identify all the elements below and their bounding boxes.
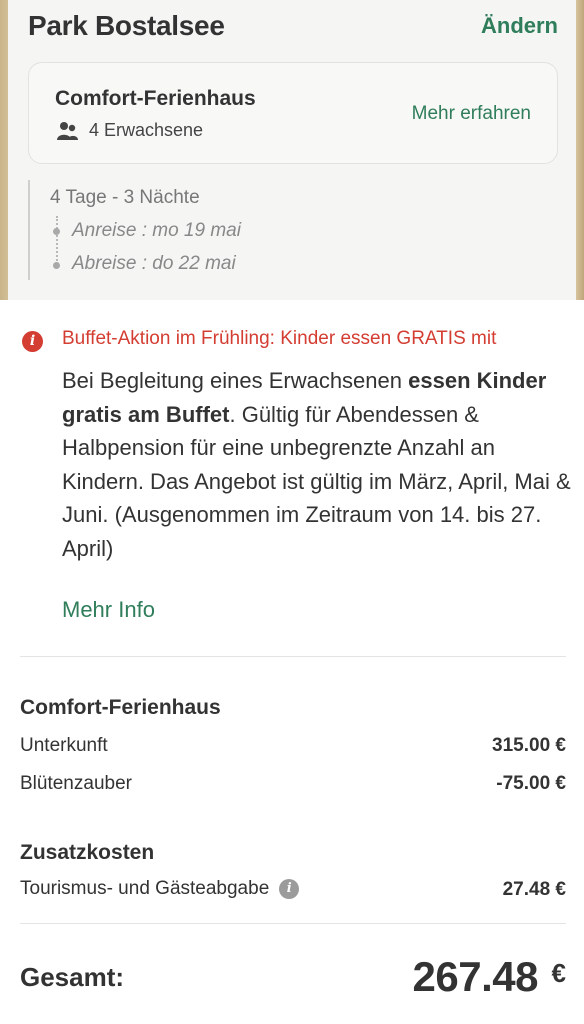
divider <box>20 923 566 924</box>
price-row-label: Unterkunft <box>20 735 108 756</box>
divider <box>20 656 566 657</box>
price-row-value: 315.00 € <box>492 735 566 756</box>
total-price: 267.48 <box>412 953 539 1000</box>
guest-count: 4 Erwachsene <box>57 120 203 141</box>
arrival-date: Anreise : mo 19 mai <box>72 220 241 241</box>
stay-duration: 4 Tage - 3 Nächte <box>50 187 200 208</box>
promo-text-start: Bei Begleitung eines Erwachsenen <box>62 368 409 393</box>
park-title: Park Bostalsee <box>28 10 225 41</box>
change-button[interactable]: Ändern <box>481 13 558 39</box>
room-info-box: Comfort-Ferienhaus 4 Erwachsene Mehr erf… <box>28 62 558 164</box>
arrival-dot <box>53 228 60 235</box>
room-name: Comfort-Ferienhaus <box>55 87 256 110</box>
price-row-label: Blütenzauber <box>20 773 132 794</box>
total-label: Gesamt: <box>20 962 125 992</box>
departure-dot <box>53 262 60 269</box>
more-details-link[interactable]: Mehr erfahren <box>412 103 531 125</box>
guest-count-label: 4 Erwachsene <box>89 120 204 140</box>
stay-dates: 4 Tage - 3 Nächte Anreise : mo 19 mai Ab… <box>28 180 328 280</box>
price-row-value: -75.00 € <box>496 773 566 794</box>
timeline-line <box>56 216 58 268</box>
promo-title: Buffet-Aktion im Frühling: Kinder essen … <box>62 328 497 349</box>
total-currency: € <box>551 958 566 988</box>
people-icon <box>57 121 78 140</box>
extra-cost-label: Tourismus- und Gästeabgabe <box>20 878 270 899</box>
info-icon[interactable]: i <box>279 879 300 899</box>
more-info-link[interactable]: Mehr Info <box>62 597 155 623</box>
extra-cost-value: 27.48 € <box>502 879 566 900</box>
departure-date: Abreise : do 22 mai <box>72 253 236 274</box>
alert-icon: i <box>22 331 43 352</box>
extra-cost-row: Tourismus- und Gästeabgabe i <box>20 878 300 900</box>
promo-description: Bei Begleitung eines Erwachsenen essen K… <box>62 364 574 565</box>
extras-title: Zusatzkosten <box>20 841 155 864</box>
accommodation-title: Comfort-Ferienhaus <box>20 696 221 719</box>
